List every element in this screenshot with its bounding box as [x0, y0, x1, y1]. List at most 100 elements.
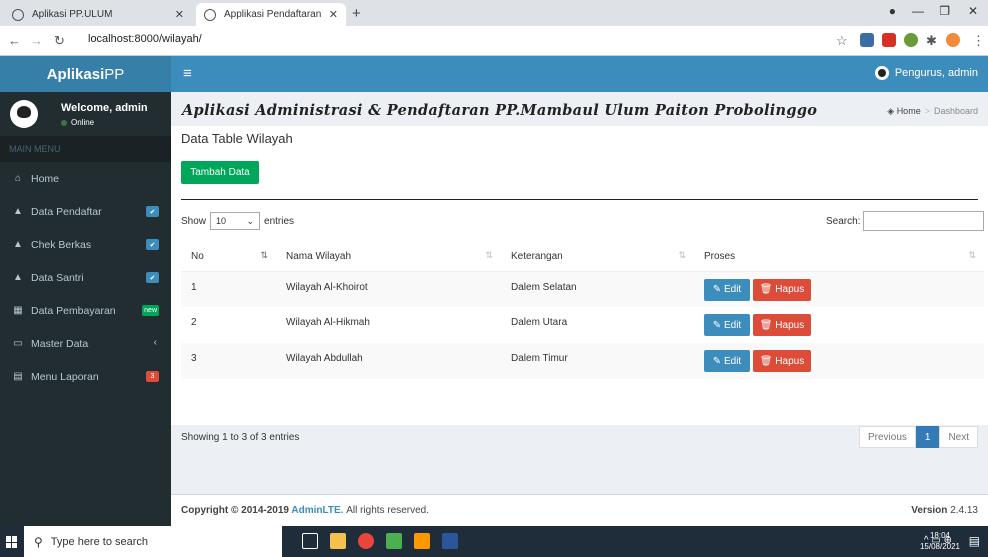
minimize-icon[interactable]: — — [912, 4, 924, 18]
home-icon: ⌂ — [14, 173, 22, 184]
browser-tab-bar: Aplikasi PP.ULUM ✕ Applikasi Pendaftaran… — [0, 0, 988, 26]
edit-icon: ✎ — [712, 355, 724, 367]
check-badge: ✔ — [146, 239, 159, 250]
sidebar-item-data-santri[interactable]: ▲ Data Santri ✔ — [0, 261, 171, 294]
column-header-no[interactable]: No ⇅ — [181, 242, 276, 272]
cell-no: 3 — [181, 343, 276, 379]
close-window-icon[interactable]: ✕ — [968, 4, 978, 18]
back-icon[interactable]: ← — [8, 33, 21, 48]
online-dot-icon — [61, 119, 67, 126]
delete-button[interactable]: 🗑 Hapus — [753, 314, 811, 336]
edit-button[interactable]: ✎ Edit — [704, 350, 750, 372]
taskbar-search[interactable]: ⚲ Type here to search — [24, 526, 282, 557]
cell-nama: Wilayah Al-Khoirot — [276, 271, 501, 307]
cell-keterangan: Dalem Utara — [511, 317, 568, 328]
word-icon[interactable] — [442, 533, 458, 549]
sidebar-item-menu-laporan[interactable]: ▤ Menu Laporan 3 — [0, 360, 171, 393]
task-view-icon[interactable] — [302, 533, 318, 549]
previous-page-button[interactable]: Previous — [858, 426, 916, 448]
notification-icon[interactable]: ▤ — [969, 534, 980, 548]
sidebar-item-label: Data Pembayaran — [31, 304, 116, 317]
breadcrumb-home[interactable]: Home — [897, 106, 921, 116]
profile-avatar-icon[interactable] — [946, 33, 960, 47]
chrome-icon[interactable] — [358, 533, 374, 549]
table-row: 1 Wilayah Al-Khoirot Dalem Selatan ✎ Edi… — [181, 271, 984, 307]
table-info: Showing 1 to 3 of 3 entries — [181, 432, 300, 443]
sidebar-item-data-pembayaran[interactable]: ▦ Data Pembayaran new — [0, 294, 171, 327]
pdf-extension-icon[interactable] — [882, 33, 896, 47]
box-title: Data Table Wilayah — [181, 131, 293, 146]
count-badge: 3 — [146, 371, 159, 382]
sort-asc-icon: ⇅ — [260, 250, 268, 260]
delete-button[interactable]: 🗑 Hapus — [753, 278, 811, 301]
user-menu[interactable]: Pengurus, admin — [874, 66, 978, 80]
restore-icon[interactable]: ❐ — [939, 4, 950, 18]
close-tab-icon[interactable]: ✕ — [329, 8, 338, 21]
menu-header: MAIN MENU — [0, 136, 171, 162]
adminlte-link[interactable]: AdminLTE. — [291, 505, 343, 516]
cell-actions: ✎ Edit 🗑 Hapus — [694, 271, 984, 307]
table-icon: ▦ — [13, 305, 23, 316]
cell-no: 2 — [191, 317, 197, 328]
cell-keterangan: Dalem Timur — [501, 343, 694, 379]
cell-actions: ✎ Edit 🗑 Hapus — [694, 343, 984, 379]
edit-button[interactable]: ✎ Edit — [704, 278, 750, 301]
laptop-icon: ▭ — [13, 338, 23, 349]
extension-icon[interactable] — [860, 33, 874, 47]
menu-kebab-icon[interactable]: ⋮ — [972, 33, 985, 49]
user-icon: ▲ — [13, 239, 23, 250]
user-icon: ▲ — [13, 272, 23, 283]
add-data-button[interactable]: Tambah Data — [181, 161, 259, 184]
welcome-text: Welcome, admin — [61, 102, 148, 114]
pagination: Previous 1 Next — [858, 426, 978, 448]
sidebar-item-master-data[interactable]: ▭ Master Data ‹ — [0, 327, 171, 360]
app-logo[interactable]: Aplikasi PP — [0, 56, 171, 92]
app-icon[interactable] — [386, 533, 402, 549]
next-page-button[interactable]: Next — [939, 426, 978, 448]
cell-nama: Wilayah Abdullah — [276, 343, 501, 379]
column-header-proses[interactable]: Proses ⇅ — [694, 242, 984, 272]
top-navbar: ≡ Pengurus, admin — [171, 56, 988, 92]
reload-icon[interactable]: ↻ — [54, 33, 65, 49]
user-icon: ▲ — [13, 206, 23, 217]
edit-icon: ✎ — [712, 284, 724, 295]
clock[interactable]: 18:04 15/08/2021 — [920, 530, 960, 552]
chevron-left-icon: ‹ — [153, 337, 157, 348]
sidebar-item-label: Data Santri — [31, 271, 84, 284]
windows-start-icon[interactable] — [6, 536, 18, 548]
user-name: Pengurus, admin — [894, 67, 978, 79]
column-header-nama[interactable]: Nama Wilayah ⇅ — [276, 242, 501, 272]
file-explorer-icon[interactable] — [330, 533, 346, 549]
column-header-keterangan[interactable]: Keterangan ⇅ — [501, 242, 694, 272]
extension-icon[interactable] — [904, 33, 918, 47]
close-tab-icon[interactable]: ✕ — [175, 8, 184, 21]
new-tab-icon[interactable]: + — [352, 5, 361, 22]
profile-icon[interactable]: ● — [889, 4, 896, 18]
entries-select[interactable]: 10 ⌄ — [210, 212, 261, 230]
browser-tab-1[interactable]: Aplikasi PP.ULUM ✕ — [4, 3, 192, 26]
forward-icon[interactable]: → — [30, 33, 43, 48]
browser-tab-2[interactable]: Applikasi Pendaftaran ✕ — [196, 3, 346, 26]
delete-button[interactable]: 🗑 Hapus — [753, 350, 811, 372]
sidebar-item-chek-berkas[interactable]: ▲ Chek Berkas ✔ — [0, 228, 171, 261]
search-label: Search: — [826, 216, 861, 227]
sidebar-item-data-pendaftar[interactable]: ▲ Data Pendaftar ✔ — [0, 195, 171, 228]
page-1-button[interactable]: 1 — [915, 426, 940, 448]
breadcrumb-separator: > — [924, 106, 930, 116]
trash-icon: 🗑 — [759, 319, 776, 331]
check-badge: ✔ — [146, 206, 159, 217]
bookmark-star-icon[interactable]: ☆ — [836, 33, 848, 49]
sidebar-item-home[interactable]: ⌂ Home — [0, 162, 171, 195]
tab-title: Applikasi Pendaftaran — [224, 9, 322, 20]
search-input[interactable] — [863, 211, 984, 231]
user-panel: Welcome, admin Online — [0, 92, 171, 136]
puzzle-icon[interactable]: ✱ — [926, 33, 937, 49]
edit-button[interactable]: ✎ Edit — [704, 314, 750, 336]
tab-title: Aplikasi PP.ULUM — [32, 9, 113, 20]
search-icon: ⚲ — [34, 534, 43, 549]
sublime-text-icon[interactable] — [414, 533, 430, 549]
footer: Copyright © 2014-2019 AdminLTE. All righ… — [171, 494, 988, 526]
url-field[interactable]: ⓘlocalhost:8000/wilayah/ — [88, 33, 202, 354]
avatar — [10, 100, 38, 128]
sidebar-toggle-icon[interactable]: ≡ — [183, 65, 192, 82]
